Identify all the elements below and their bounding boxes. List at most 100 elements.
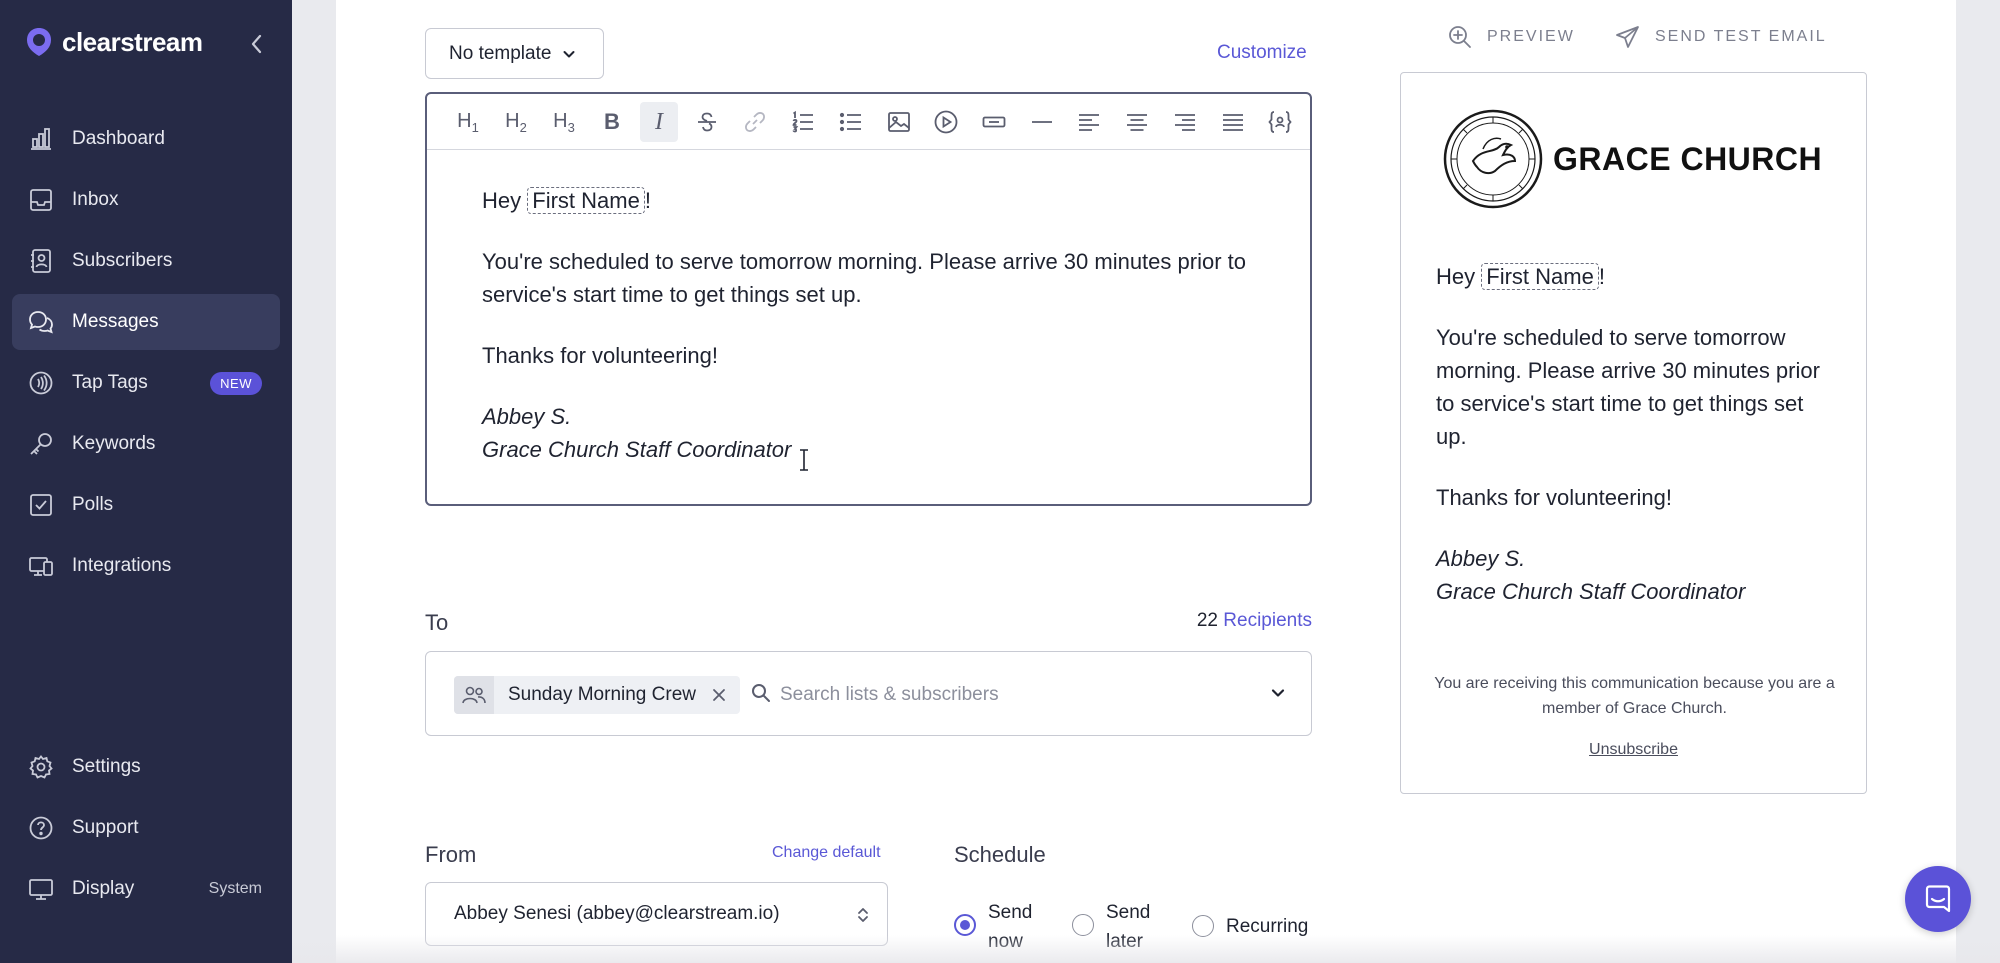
radio-label: Send now <box>988 902 1033 952</box>
preview-button[interactable]: PREVIEW <box>1447 24 1575 50</box>
sidebar-item-integrations[interactable]: Integrations <box>12 538 280 594</box>
heading2-button[interactable]: H2 <box>497 102 535 142</box>
recipients-field[interactable]: Sunday Morning Crew <box>425 651 1312 736</box>
church-logo: GRACE CHURCH <box>1443 109 1822 209</box>
from-select[interactable]: Abbey Senesi (abbey@clearstream.io) <box>425 882 888 946</box>
email-preview-card: GRACE CHURCH Hey First Name! You're sche… <box>1400 72 1867 794</box>
inbox-icon <box>30 189 52 211</box>
sidebar: clearstream Dashboard Inbox Subscribers … <box>0 0 292 963</box>
sidebar-item-label: Messages <box>72 311 159 332</box>
send-later-radio[interactable]: Send later <box>1072 898 1150 956</box>
bullet-list-button[interactable] <box>832 102 870 142</box>
search-input[interactable] <box>780 678 1220 712</box>
sidebar-item-subscribers[interactable]: Subscribers <box>12 233 280 289</box>
preview-paragraph: You're scheduled to serve tomorrow morni… <box>1436 325 1820 449</box>
radio-button[interactable] <box>1072 914 1094 936</box>
sidebar-item-keywords[interactable]: Keywords <box>12 416 280 472</box>
customize-link[interactable]: Customize <box>1217 42 1307 64</box>
sidebar-item-label: Support <box>72 817 139 838</box>
italic-button[interactable]: I <box>640 102 678 142</box>
search-icon <box>752 684 770 702</box>
message-paragraph: You're scheduled to serve tomorrow morni… <box>482 249 1246 307</box>
change-default-link[interactable]: Change default <box>772 844 881 862</box>
image-button[interactable] <box>880 102 918 142</box>
italic-icon: I <box>655 108 663 135</box>
align-right-button[interactable] <box>1166 102 1204 142</box>
preview-paragraph: Thanks for volunteering! <box>1436 485 1673 510</box>
sidebar-item-settings[interactable]: Settings <box>12 739 280 795</box>
sidebar-item-polls[interactable]: Polls <box>12 477 280 533</box>
preview-signature: Abbey S. Grace Church Staff Coordinator <box>1436 546 1746 604</box>
message-editor[interactable]: H1 H2 H3 B I Hey First Name! You're sche… <box>425 92 1312 506</box>
first-name-merge-tag: First Name <box>1481 263 1599 290</box>
help-icon <box>29 816 53 840</box>
align-justify-icon <box>1223 114 1243 131</box>
video-button[interactable] <box>927 102 965 142</box>
divider-button[interactable] <box>1023 102 1061 142</box>
zoom-in-icon <box>1449 26 1471 48</box>
heading1-button[interactable]: H1 <box>449 102 487 142</box>
sidebar-item-messages[interactable]: Messages <box>12 294 280 350</box>
button-icon <box>982 116 1006 128</box>
ordered-list-icon <box>792 110 813 133</box>
radio-label: Send later <box>1106 902 1151 952</box>
logo-icon <box>27 28 51 56</box>
insert-button-button[interactable] <box>975 102 1013 142</box>
sidebar-item-dashboard[interactable]: Dashboard <box>12 111 280 167</box>
preview-footer-text: You are receiving this communication bec… <box>1434 675 1835 717</box>
justify-button[interactable] <box>1214 102 1252 142</box>
to-label: To <box>425 610 449 635</box>
from-select-value: Abbey Senesi (abbey@clearstream.io) <box>454 903 780 924</box>
send-test-email-label: SEND TEST EMAIL <box>1655 28 1827 45</box>
recipient-chip[interactable]: Sunday Morning Crew <box>454 676 740 714</box>
template-select[interactable]: No template <box>425 28 604 79</box>
preview-greeting: Hey First Name! <box>1436 263 1605 290</box>
strikethrough-button[interactable] <box>688 102 726 142</box>
recipients-count[interactable]: 22 Recipients <box>1192 610 1312 632</box>
ordered-list-button[interactable] <box>784 102 822 142</box>
chat-button[interactable] <box>1905 866 1971 932</box>
sidebar-item-inbox[interactable]: Inbox <box>12 172 280 228</box>
editor-content[interactable]: Hey First Name! You're scheduled to serv… <box>482 184 1282 494</box>
clearstream-logo[interactable]: clearstream <box>24 26 203 58</box>
radio-button[interactable] <box>1192 915 1214 937</box>
unsubscribe-link[interactable]: Unsubscribe <box>1401 741 1866 759</box>
send-test-email-button[interactable]: SEND TEST EMAIL <box>1615 24 1827 50</box>
h1-label: H1 <box>457 109 479 135</box>
bold-button[interactable]: B <box>593 102 631 142</box>
first-name-merge-tag[interactable]: First Name <box>527 187 645 214</box>
sidebar-item-label: Settings <box>72 756 141 777</box>
play-circle-icon <box>934 110 958 134</box>
chevron-down-icon[interactable] <box>1269 684 1287 702</box>
radio-label: Recurring <box>1226 916 1309 937</box>
send-icon <box>1616 26 1639 48</box>
sidebar-item-display[interactable]: Display System <box>12 861 280 917</box>
display-mode-value: System <box>208 880 262 897</box>
image-icon <box>888 112 910 132</box>
message-paragraph: Thanks for volunteering! <box>482 343 719 368</box>
heading3-button[interactable]: H3 <box>545 102 583 142</box>
nfc-icon <box>29 371 53 395</box>
from-label: From <box>425 842 477 867</box>
radio-button-checked[interactable] <box>954 914 976 936</box>
align-left-button[interactable] <box>1070 102 1108 142</box>
h2-label: H2 <box>505 109 527 135</box>
chip-label: Sunday Morning Crew <box>508 684 696 705</box>
text-cursor-icon <box>800 449 808 471</box>
collapse-sidebar-icon[interactable] <box>246 30 268 58</box>
sidebar-item-support[interactable]: Support <box>12 800 280 856</box>
monitor-icon <box>29 879 53 900</box>
contact-icon <box>31 249 51 273</box>
h3-label: H3 <box>553 109 575 135</box>
recurring-radio[interactable]: Recurring <box>1192 912 1308 941</box>
checkbox-icon <box>30 494 52 516</box>
align-center-button[interactable] <box>1118 102 1156 142</box>
messages-icon <box>29 311 53 334</box>
sidebar-item-tap-tags[interactable]: Tap Tags NEW <box>12 355 280 411</box>
link-button[interactable] <box>736 102 774 142</box>
send-now-radio[interactable]: Send now <box>954 898 1032 956</box>
gear-icon <box>29 755 53 779</box>
church-name: GRACE CHURCH <box>1553 140 1823 177</box>
merge-field-button[interactable] <box>1261 102 1299 142</box>
close-icon[interactable] <box>708 684 730 706</box>
